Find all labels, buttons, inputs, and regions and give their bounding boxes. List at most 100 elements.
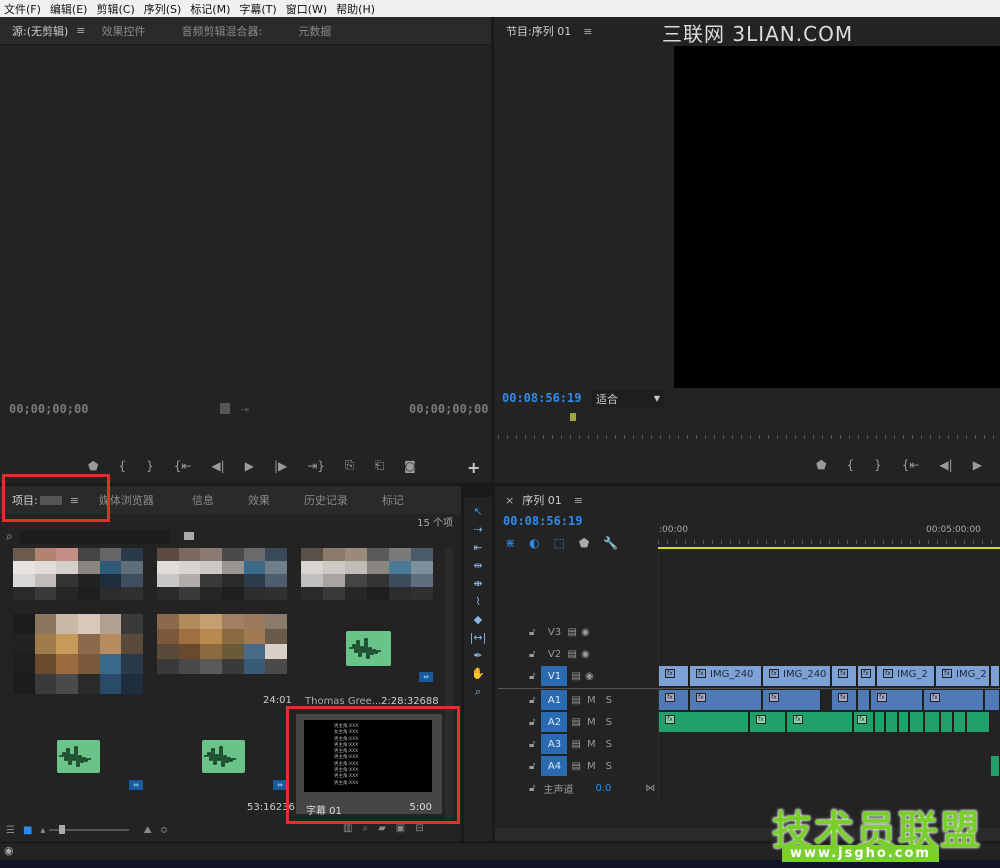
find-icon[interactable]: ⌕: [362, 823, 368, 834]
tab-history[interactable]: 历史记录: [292, 492, 360, 508]
track-select-tool-icon[interactable]: ⇢: [469, 521, 487, 538]
video-clip[interactable]: fx IMG_240: [690, 666, 762, 686]
sync-lock-icon[interactable]: ▤: [571, 717, 580, 728]
rate-stretch-tool-icon[interactable]: ⇼: [469, 575, 487, 592]
program-time-ruler[interactable]: [498, 435, 998, 439]
slip-tool-icon[interactable]: ◆: [469, 611, 487, 628]
search-input[interactable]: [20, 530, 170, 544]
menu-edit[interactable]: 编辑(E): [50, 1, 88, 17]
tab-markers[interactable]: 标记: [370, 492, 416, 508]
tab-audio-clip-mixer[interactable]: 音频剪辑混合器:: [170, 23, 275, 39]
mute-button[interactable]: M: [587, 761, 596, 772]
audio-clip[interactable]: fx: [763, 690, 821, 710]
lock-icon[interactable]: 🔓︎: [529, 717, 535, 728]
fit-dropdown[interactable]: 适合 ▼: [592, 390, 664, 407]
razor-tool-icon[interactable]: ⌇: [469, 593, 487, 610]
panel-menu-icon[interactable]: ≡: [76, 24, 85, 37]
track-label[interactable]: V1: [541, 666, 568, 686]
sync-lock-icon[interactable]: ▤: [571, 695, 580, 706]
mute-button[interactable]: M: [587, 695, 596, 706]
mark-in-icon[interactable]: {: [846, 458, 854, 472]
snap-icon[interactable]: ⋇: [505, 536, 515, 550]
video-clip[interactable]: fx: [659, 666, 689, 686]
audio-clip[interactable]: [954, 712, 966, 732]
mark-out-icon[interactable]: }: [146, 459, 154, 473]
audio-clip[interactable]: fx: [924, 690, 984, 710]
go-to-in-icon[interactable]: {⇤: [174, 459, 192, 473]
pen-tool-icon[interactable]: ✒: [469, 647, 487, 664]
new-item-icon[interactable]: ▣: [396, 823, 405, 834]
source-timecode-right[interactable]: 00;00;00;00: [409, 402, 488, 416]
lock-icon[interactable]: 🔓︎: [529, 761, 535, 772]
audio-clip[interactable]: [941, 712, 953, 732]
zoom-slider-handle[interactable]: [59, 825, 66, 834]
audio-clip-thumbnail[interactable]: [346, 631, 391, 666]
tab-source[interactable]: 源:(无剪辑): [0, 23, 80, 39]
timeline-ruler[interactable]: [658, 540, 1000, 544]
playhead-icon[interactable]: [570, 413, 576, 421]
tab-program[interactable]: 节目:序列 01: [494, 23, 583, 39]
step-forward-icon[interactable]: |▶: [274, 459, 287, 473]
go-to-out-icon[interactable]: ⇥}: [307, 459, 325, 473]
wrench-icon[interactable]: 🔧: [603, 536, 618, 550]
mark-out-icon[interactable]: }: [874, 458, 882, 472]
menu-title[interactable]: 字幕(T): [239, 1, 276, 17]
audio-clip[interactable]: [967, 712, 990, 732]
menu-sequence[interactable]: 序列(S): [144, 1, 182, 17]
sync-lock-icon[interactable]: ▤: [571, 761, 580, 772]
track-label[interactable]: A3: [541, 734, 568, 754]
media-thumbnail[interactable]: [157, 548, 287, 600]
track-label[interactable]: V3: [541, 622, 567, 642]
master-volume[interactable]: 0.0: [595, 783, 611, 794]
audio-clip[interactable]: [991, 756, 1000, 776]
menu-help[interactable]: 帮助(H): [336, 1, 375, 17]
track-label[interactable]: A1: [541, 690, 568, 710]
sync-lock-icon[interactable]: ▤: [567, 627, 576, 638]
audio-clip[interactable]: fx: [659, 690, 689, 710]
marker-icon[interactable]: ⬟: [579, 536, 589, 550]
audio-clip[interactable]: fx: [871, 690, 923, 710]
trash-icon[interactable]: ⊟: [415, 823, 423, 834]
sync-lock-icon[interactable]: ▤: [571, 671, 580, 682]
eye-icon[interactable]: ◉: [581, 649, 590, 660]
marker-icon[interactable]: ⬟: [88, 459, 98, 473]
menu-clip[interactable]: 剪辑(C): [96, 1, 134, 17]
mark-in-icon[interactable]: {: [118, 459, 126, 473]
sync-lock-icon[interactable]: ▤: [571, 739, 580, 750]
ripple-edit-tool-icon[interactable]: ⇤: [469, 539, 487, 556]
media-thumbnail[interactable]: [13, 548, 143, 600]
audio-clip[interactable]: [886, 712, 898, 732]
tab-effects[interactable]: 效果: [236, 492, 282, 508]
selection-tool-icon[interactable]: ↖: [469, 503, 487, 520]
play-icon[interactable]: ▶: [245, 459, 254, 473]
solo-button[interactable]: S: [606, 695, 612, 706]
step-back-icon[interactable]: ◀|: [939, 458, 952, 472]
marker-icon[interactable]: ⬟: [816, 458, 826, 472]
rolling-edit-tool-icon[interactable]: ⇹: [469, 557, 487, 574]
audio-clip[interactable]: [875, 712, 885, 732]
video-clip[interactable]: fx IMG_2: [877, 666, 935, 686]
hand-tool-icon[interactable]: ✋: [469, 665, 487, 682]
mute-button[interactable]: M: [587, 739, 596, 750]
eye-icon[interactable]: ◉: [585, 671, 594, 682]
lock-icon[interactable]: 🔓︎: [529, 649, 535, 660]
audio-clip-thumbnail[interactable]: [57, 740, 100, 773]
insert-icon[interactable]: [220, 403, 230, 414]
eye-icon[interactable]: ◉: [4, 844, 14, 857]
audio-clip[interactable]: fx: [750, 712, 786, 732]
close-icon[interactable]: ×: [505, 494, 514, 507]
lock-icon[interactable]: 🔓︎: [529, 671, 535, 682]
audio-clip[interactable]: fx: [854, 712, 874, 732]
search-icon[interactable]: ⌕: [6, 529, 13, 544]
tab-info[interactable]: 信息: [180, 492, 226, 508]
video-clip[interactable]: fx: [832, 666, 857, 686]
bowtie-icon[interactable]: ⋈: [645, 783, 655, 794]
audio-clip[interactable]: fx: [832, 690, 857, 710]
media-thumbnail[interactable]: [301, 548, 433, 600]
lock-icon[interactable]: 🔓︎: [529, 627, 535, 638]
zoom-large-icon[interactable]: ⛰: [143, 825, 151, 836]
video-clip[interactable]: fx: [858, 666, 876, 686]
audio-clip[interactable]: [899, 712, 909, 732]
menu-file[interactable]: 文件(F): [4, 1, 41, 17]
zoom-slider[interactable]: [49, 825, 130, 834]
